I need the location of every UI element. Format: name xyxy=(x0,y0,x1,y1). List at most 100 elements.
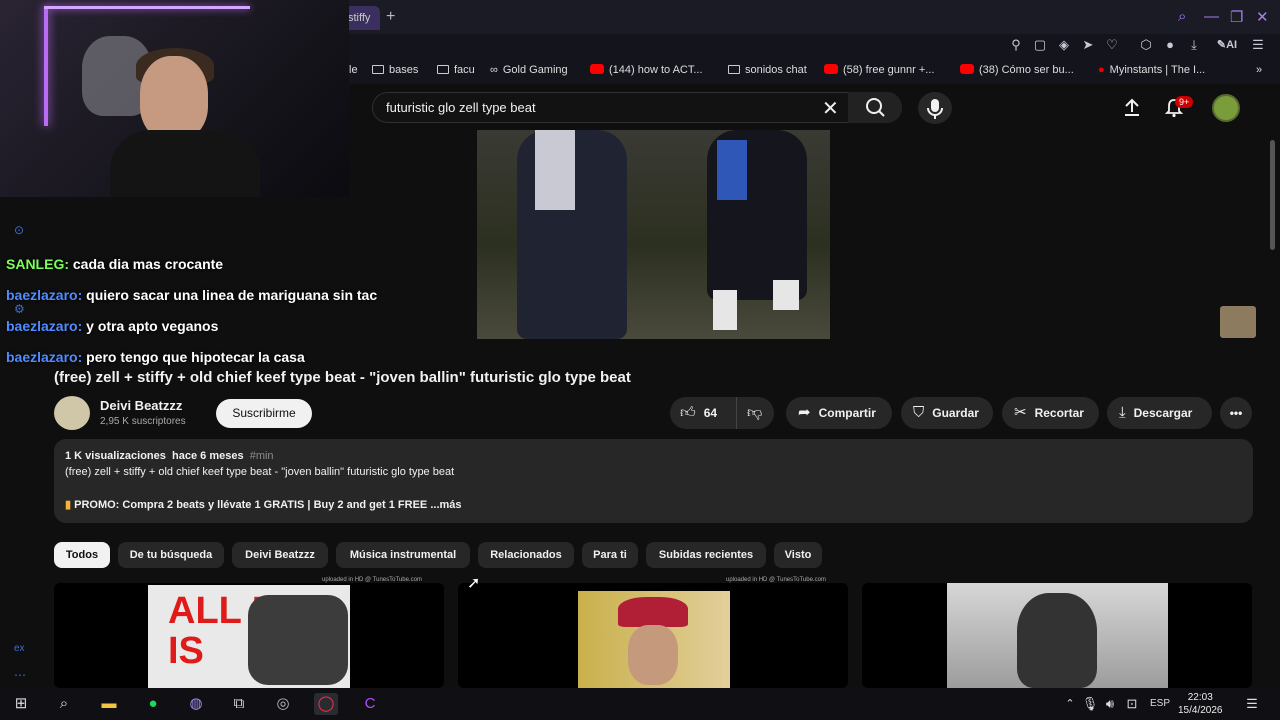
chip-subidas-recientes[interactable]: Subidas recientes xyxy=(646,542,766,568)
clip-button[interactable]: ✂ Recortar xyxy=(1002,397,1099,429)
bookmark-folder-bases[interactable]: bases xyxy=(372,64,418,76)
bookmark-myinstants[interactable]: ● Myinstants | The I... xyxy=(1098,64,1205,76)
channel-name[interactable]: Deivi Beatzzz xyxy=(100,398,182,413)
bookmark-folder-sonidos[interactable]: sonidos chat xyxy=(728,64,807,76)
clock-time: 22:03 xyxy=(1187,692,1213,703)
screenshot-icon[interactable]: ▢ xyxy=(1032,37,1048,53)
bookmark-label: le xyxy=(349,64,358,76)
youtube-icon xyxy=(824,64,838,74)
thumbnail-face xyxy=(628,625,678,685)
gold-gaming-icon: ∞ xyxy=(490,64,498,76)
bookmark-label: Myinstants | The I... xyxy=(1109,64,1206,76)
chip-de-tu-busqueda[interactable]: De tu búsqueda xyxy=(118,542,224,568)
pin-icon[interactable]: ⚲ xyxy=(1008,37,1024,53)
upload-age: hace 6 meses xyxy=(172,450,244,462)
taskbar-clock[interactable]: 22:03 15/4/2026 xyxy=(1178,691,1223,717)
bookmark-youtube-1[interactable]: (144) how to ACT... xyxy=(590,64,703,76)
chevron-right-icon[interactable]: » xyxy=(1256,64,1262,76)
notification-center-icon[interactable]: ☰ xyxy=(1240,693,1264,715)
file-explorer-icon[interactable]: ▬ xyxy=(97,693,121,715)
bookmark-youtube-2[interactable]: (58) free gunnr +... xyxy=(824,64,934,76)
chip-relacionados[interactable]: Relacionados xyxy=(478,542,574,568)
search-icon[interactable]: ⌕ xyxy=(1178,8,1186,25)
more-actions-button[interactable]: ••• xyxy=(1220,397,1252,429)
spotify-icon[interactable]: ● xyxy=(141,693,165,715)
volume-icon[interactable]: 🔊︎ xyxy=(1098,693,1122,715)
chat-text: cada dia mas crocante xyxy=(72,256,224,272)
shield-icon[interactable]: ◈ xyxy=(1056,37,1072,53)
save-button[interactable]: ⛉ Guardar xyxy=(901,397,993,429)
channel-avatar[interactable] xyxy=(54,396,90,430)
video-thumbnail[interactable]: ALL I DO IS xyxy=(54,583,444,688)
ai-button[interactable]: ✎AI xyxy=(1212,37,1242,53)
bookmark-gold-gaming[interactable]: ∞ Gold Gaming xyxy=(490,64,568,76)
upload-icon[interactable] xyxy=(1122,97,1142,122)
chat-message: baezlazaro: y otra apto veganos xyxy=(6,318,218,334)
chip-channel[interactable]: Deivi Beatzzz xyxy=(232,542,328,568)
hashtag[interactable]: #min xyxy=(250,450,274,462)
video-thumbnail[interactable] xyxy=(862,583,1252,688)
page-scrollbar[interactable] xyxy=(1270,140,1275,250)
app-icon[interactable]: ◍ xyxy=(184,693,208,715)
share-button[interactable]: ➦ Compartir xyxy=(786,397,892,429)
play-circle-icon[interactable]: ⊙ xyxy=(14,223,24,237)
chip-visto[interactable]: Visto xyxy=(774,542,822,568)
network-icon[interactable]: ⊡ xyxy=(1120,693,1144,715)
bookmark-label: facu xyxy=(454,64,475,76)
promo-text: PROMO: Compra 2 beats y llévate 1 GRATIS… xyxy=(74,499,428,511)
clip-label: Recortar xyxy=(1034,406,1084,420)
send-icon[interactable]: ➤ xyxy=(1080,37,1096,53)
description-meta: 1 K visualizaciones hace 6 meses #min xyxy=(65,450,274,462)
chat-username: baezlazaro: xyxy=(6,318,83,334)
thumbs-up-icon: 👍︎ xyxy=(680,404,696,421)
maximize-icon[interactable]: ❐ xyxy=(1230,8,1243,26)
search-button[interactable] xyxy=(848,92,902,123)
profile-icon[interactable]: ● xyxy=(1162,37,1178,53)
bookmark-label: (144) how to ACT... xyxy=(609,64,703,76)
more-icon[interactable]: ⋯ xyxy=(14,668,26,682)
language-indicator[interactable]: ESP xyxy=(1148,693,1172,715)
sidebar-label-icon[interactable]: ex xyxy=(14,643,25,654)
plus-icon[interactable]: + xyxy=(386,8,395,26)
show-more-link[interactable]: ...más xyxy=(430,499,461,511)
chat-username: baezlazaro: xyxy=(6,287,83,303)
view-count: 1 K visualizaciones xyxy=(65,450,166,462)
video-player[interactable] xyxy=(477,130,830,339)
chip-para-ti[interactable]: Para ti xyxy=(582,542,638,568)
bookmark-folder-facu[interactable]: facu xyxy=(437,64,475,76)
dislike-button[interactable]: 👎︎ xyxy=(736,397,774,429)
video-thumbnail[interactable] xyxy=(458,583,848,688)
windows-start-icon[interactable]: ⊞ xyxy=(9,693,33,715)
settings-icon[interactable]: ⚙ xyxy=(14,302,25,316)
avatar[interactable] xyxy=(1212,94,1240,122)
thumbs-down-icon: 👎︎ xyxy=(747,404,763,421)
chat-username: SANLEG: xyxy=(6,256,69,272)
minimize-icon[interactable]: — xyxy=(1204,8,1219,25)
download-icon: ⤓ xyxy=(1119,404,1126,421)
download-button[interactable]: ⤓ Descargar xyxy=(1107,397,1212,429)
app-icon-c[interactable]: C xyxy=(358,693,382,715)
like-button[interactable]: 👍︎ 64 xyxy=(670,397,736,429)
search-icon[interactable]: ⌕ xyxy=(52,693,76,715)
obs-icon[interactable]: ◎ xyxy=(271,693,295,715)
menu-icon[interactable]: ☰ xyxy=(1250,37,1266,53)
opera-gx-icon[interactable]: ◯ xyxy=(314,693,338,715)
search-input[interactable]: futuristic glo zell type beat xyxy=(386,100,536,115)
clear-search-icon[interactable]: ✕ xyxy=(822,96,839,121)
channel-watermark-avatar[interactable] xyxy=(1220,306,1256,338)
download-icon[interactable]: ⤓ xyxy=(1186,37,1202,53)
more-horizontal-icon: ••• xyxy=(1229,406,1243,420)
voice-search-button[interactable] xyxy=(918,92,952,124)
share-label: Compartir xyxy=(818,406,876,420)
notification-badge: 9+ xyxy=(1175,96,1194,108)
subscribe-button[interactable]: Suscribirme xyxy=(216,399,312,428)
capcut-icon[interactable]: ⧉ xyxy=(227,693,251,715)
chip-musica-instrumental[interactable]: Música instrumental xyxy=(336,542,470,568)
bookmark-youtube-3[interactable]: (38) Cómo ser bu... xyxy=(960,64,1074,76)
extensions-icon[interactable]: ⬡ xyxy=(1138,37,1154,53)
chip-todos[interactable]: Todos xyxy=(54,542,110,568)
close-icon[interactable]: ✕ xyxy=(1256,8,1269,26)
heart-icon[interactable]: ♡ xyxy=(1104,37,1120,53)
bookmark-item[interactable]: le xyxy=(349,64,358,76)
hd-watermark: uploaded in HD @ TunesToTube.com xyxy=(322,577,422,583)
